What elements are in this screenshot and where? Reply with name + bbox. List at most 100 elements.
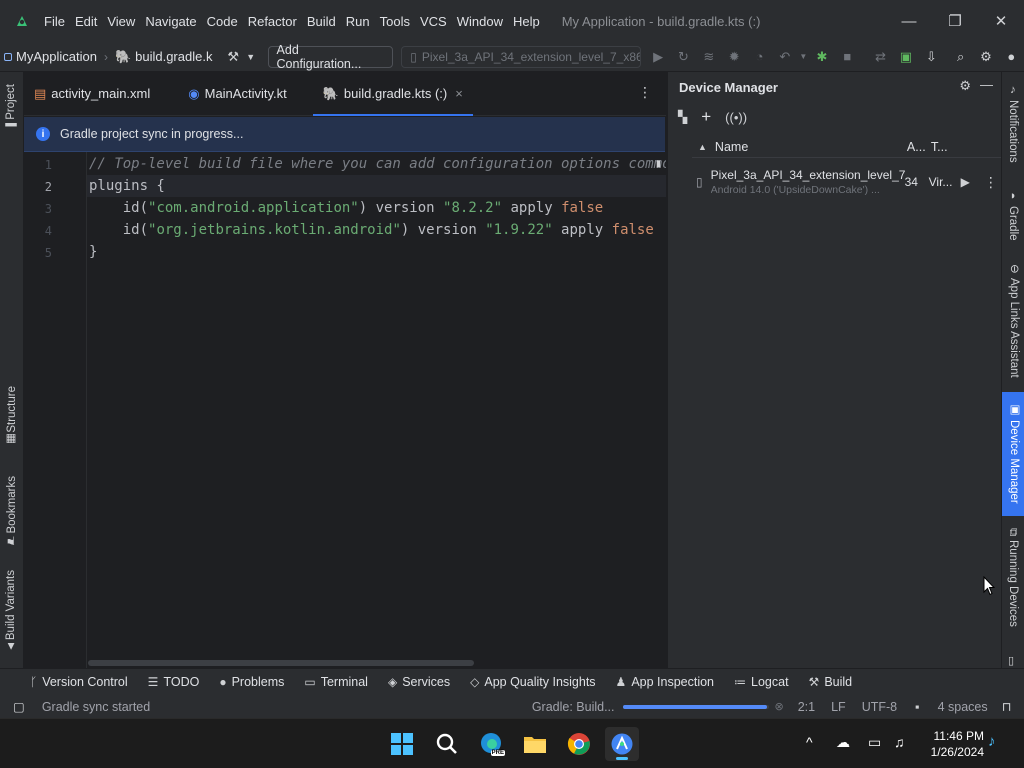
emulator-icon[interactable]: ▯: [1008, 654, 1014, 667]
tool-app-inspection[interactable]: ♟ App Inspection: [616, 675, 714, 689]
tool-logcat[interactable]: ≔ Logcat: [734, 675, 789, 689]
tool-terminal[interactable]: ▭ Terminal: [304, 675, 368, 689]
background-task-progress[interactable]: [622, 704, 769, 709]
tool-gradle[interactable]: ◗ Gradle: [1007, 190, 1019, 241]
pair-wifi-icon[interactable]: ((•)): [725, 110, 747, 125]
tool-build[interactable]: ⚒ Build: [809, 675, 853, 689]
windows-start-icon[interactable]: [385, 727, 419, 761]
stop-icon[interactable]: ■: [835, 42, 860, 72]
cloud-sync-icon[interactable]: ☁: [836, 734, 850, 751]
line-separator[interactable]: LF: [831, 700, 846, 714]
hide-panel-icon[interactable]: —: [980, 77, 993, 92]
column-api[interactable]: A...: [907, 140, 931, 154]
close-tab-icon[interactable]: ×: [455, 86, 463, 101]
background-task-label[interactable]: Gradle: Build...: [532, 700, 615, 714]
tool-notifications[interactable]: ♪ Notifications: [1007, 84, 1019, 163]
tool-structure[interactable]: ▦ Structure: [5, 386, 19, 451]
network-icon[interactable]: ▭: [868, 734, 881, 751]
add-device-icon[interactable]: +: [701, 107, 711, 127]
menu-navigate[interactable]: Navigate: [145, 14, 196, 29]
account-icon[interactable]: ●: [999, 42, 1024, 72]
minimize-button[interactable]: —: [886, 0, 932, 42]
tool-project[interactable]: ▬ Project: [5, 84, 17, 136]
sort-ascending-icon[interactable]: ▲: [698, 142, 707, 152]
cancel-task-icon[interactable]: ⊗: [775, 700, 784, 713]
panel-settings-gear-icon[interactable]: ⚙: [959, 78, 971, 94]
tab-build-gradle[interactable]: 🐘 build.gradle.kts (:) ×: [312, 72, 473, 116]
chevron-down-icon[interactable]: ▼: [244, 42, 258, 72]
system-clock[interactable]: 11:46 PM 1/26/2024: [931, 728, 984, 760]
reader-mode-icon[interactable]: ▮: [655, 156, 662, 170]
search-taskbar-icon[interactable]: [430, 727, 464, 761]
status-message[interactable]: Gradle sync started: [42, 700, 532, 714]
launch-device-icon[interactable]: ▶: [961, 175, 970, 189]
tool-app-links[interactable]: ⊖ App Links Assistant: [1007, 264, 1021, 377]
android-studio-taskbar-icon[interactable]: [605, 727, 639, 761]
menu-vcs[interactable]: VCS: [420, 14, 447, 29]
edge-beta-icon[interactable]: PRE: [474, 727, 508, 761]
sync-gradle-icon[interactable]: ⇄: [868, 42, 893, 72]
tool-running-devices[interactable]: ⧉ Running Devices: [1007, 528, 1019, 627]
device-selector[interactable]: ▯ Pixel_3a_API_34_extension_level_7_x86_…: [401, 45, 642, 68]
toggle-panels-icon[interactable]: ▢: [13, 699, 25, 714]
tool-bookmarks[interactable]: ⚑ Bookmarks: [5, 476, 19, 552]
caret-position[interactable]: 2:1: [798, 700, 815, 714]
tool-services[interactable]: ◈ Services: [388, 675, 450, 689]
attach-debugger-icon[interactable]: ↶: [772, 42, 797, 72]
menu-refactor[interactable]: Refactor: [248, 14, 297, 29]
run-icon[interactable]: ▶: [645, 42, 670, 72]
debug-bug-icon[interactable]: ✱: [809, 42, 834, 72]
add-configuration-button[interactable]: Add Configuration...: [267, 43, 394, 71]
column-name[interactable]: Name: [715, 140, 907, 154]
sdk-manager-icon[interactable]: ⇩: [919, 42, 944, 72]
menu-build[interactable]: Build: [307, 14, 336, 29]
profile-icon[interactable]: ◔: [747, 42, 772, 72]
maximize-button[interactable]: ❐: [932, 0, 978, 42]
search-icon[interactable]: ⌕: [948, 42, 973, 72]
device-more-icon[interactable]: ⋮: [984, 174, 998, 191]
file-encoding[interactable]: UTF-8: [862, 700, 897, 714]
show-hidden-icons-chevron-icon[interactable]: ^: [806, 734, 813, 750]
code-editor[interactable]: // Top-level build file where you can ad…: [86, 152, 666, 668]
hammer-icon[interactable]: ⚒: [222, 42, 243, 72]
tool-version-control[interactable]: ᚴ Version Control: [30, 675, 128, 689]
more-run-chevron-icon[interactable]: ▼: [798, 42, 810, 72]
apply-changes-icon[interactable]: ↻: [671, 42, 696, 72]
device-row[interactable]: ▯ Pixel_3a_API_34_extension_level_7... A…: [692, 160, 1002, 204]
tool-problems[interactable]: ● Problems: [219, 675, 284, 689]
chrome-icon[interactable]: [562, 727, 596, 761]
notification-bell-icon[interactable]: ♪: [988, 733, 996, 750]
menu-help[interactable]: Help: [513, 14, 540, 29]
menu-edit[interactable]: Edit: [75, 14, 97, 29]
menu-view[interactable]: View: [107, 14, 135, 29]
current-line-highlight: [87, 175, 666, 197]
menu-code[interactable]: Code: [207, 14, 238, 29]
file-crumb[interactable]: 🐘 build.gradle.k: [115, 49, 213, 65]
settings-gear-icon[interactable]: ⚙: [973, 42, 998, 72]
group-by-icon[interactable]: ▚: [678, 110, 687, 124]
lock-icon[interactable]: ⊓: [1002, 699, 1012, 714]
indent-setting[interactable]: 4 spaces: [938, 700, 988, 714]
menu-window[interactable]: Window: [457, 14, 503, 29]
menu-run[interactable]: Run: [346, 14, 370, 29]
tab-main-activity[interactable]: ◉ MainActivity.kt: [178, 72, 296, 116]
apply-code-changes-icon[interactable]: ≋: [696, 42, 721, 72]
device-mirror-icon[interactable]: ▣: [893, 42, 918, 72]
inspection-icon[interactable]: ▪: [915, 700, 919, 714]
column-type[interactable]: T...: [931, 140, 948, 154]
tool-app-quality-insights[interactable]: ◇ App Quality Insights: [470, 675, 595, 689]
device-info: Pixel_3a_API_34_extension_level_7... And…: [711, 168, 905, 196]
project-crumb[interactable]: MyApplication: [4, 49, 97, 64]
tool-device-manager[interactable]: ▣ Device Manager: [1002, 392, 1024, 516]
file-explorer-icon[interactable]: [518, 727, 552, 761]
volume-muted-icon[interactable]: ♫: [894, 734, 905, 750]
tool-build-variants[interactable]: ▲ Build Variants: [5, 570, 17, 656]
menu-tools[interactable]: Tools: [380, 14, 410, 29]
horizontal-scrollbar[interactable]: [88, 660, 474, 666]
close-window-button[interactable]: ✕: [978, 0, 1024, 42]
tab-activity-main[interactable]: ▤ activity_main.xml: [24, 72, 160, 116]
more-tabs-icon[interactable]: ⋮: [638, 84, 652, 101]
menu-file[interactable]: File: [44, 14, 65, 29]
tool-todo[interactable]: ☰ TODO: [148, 675, 200, 689]
debug-icon[interactable]: ✹: [722, 42, 747, 72]
